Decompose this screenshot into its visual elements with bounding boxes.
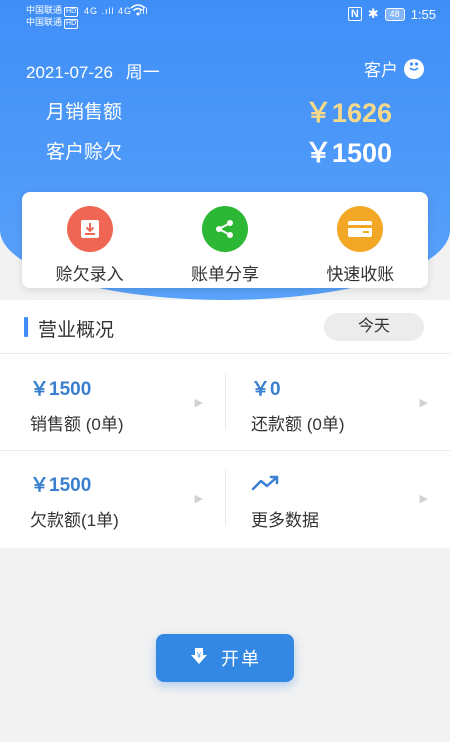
credit-entry-label: 赊欠录入 [55,265,124,284]
open-order-label: 开单 [221,649,261,669]
date-display: 2021-07-26 周一 [26,58,160,83]
customer-debt-value: ￥1500 [304,138,392,168]
debt-amount-label: 欠款额(1单) [30,511,119,530]
chevron-right-icon: ▶ [194,397,203,409]
quick-collect-label: 快速收账 [326,265,395,284]
sales-amount-cell[interactable]: ￥1500 销售额 (0单) ▶ [0,354,225,450]
more-data-cell[interactable]: 更多数据 ▶ [225,450,450,546]
chevron-right-icon: ▶ [419,493,428,505]
trend-up-icon [251,474,281,497]
bottom-tab-bar [0,742,450,750]
carrier-2: 中国联通 [26,17,63,27]
battery-icon: 48 [384,7,405,21]
credit-entry-icon [66,206,113,252]
period-selector[interactable]: 今天 [324,313,424,341]
svg-text:￥: ￥ [196,651,203,659]
open-order-button[interactable]: ￥ 开单 [156,634,294,682]
bluetooth-icon: ✱ [367,6,379,21]
debt-amount-cell[interactable]: ￥1500 欠款额(1单) ▶ [0,450,225,546]
repayment-amount: ￥0 [251,379,281,400]
monthly-sales-value: ￥1626 [304,98,392,128]
credit-entry-button[interactable]: 赊欠录入 [30,206,150,288]
more-data-label: 更多数据 [251,511,319,530]
wifi-icon [130,4,146,19]
date-text: 2021-07-26 [26,63,113,82]
hd-badge: HD [64,19,79,29]
chevron-right-icon: ▶ [419,397,428,409]
status-bar: 中国联通 HD 中国联通 HD 4G .ıll 4G .ıll N ✱ 48 1:5… [0,0,450,30]
weekday-text: 周一 [125,63,160,82]
hd-badge: HD [64,7,79,17]
download-yen-icon: ￥ [189,646,209,671]
repayment-amount-cell[interactable]: ￥0 还款额 (0单) ▶ [225,354,450,450]
overview-header: 营业概况 今天 [0,300,450,354]
repayment-amount-label: 还款额 (0单) [251,415,345,434]
sales-amount-label: 销售额 (0单) [30,415,124,434]
overview-title: 营业概况 [38,320,115,341]
title-accent-bar [24,317,28,337]
nfc-icon: N [347,7,362,21]
monthly-sales-label: 月销售额 [46,102,123,123]
carrier-info: 中国联通 HD 中国联通 HD [26,5,79,29]
business-overview: 营业概况 今天 ￥1500 销售额 (0单) ▶ ￥0 还款额 (0单) ▶ ￥… [0,300,450,548]
clock: 1:55 [410,6,436,22]
debt-amount: ￥1500 [30,475,92,496]
customer-label: 客户 [364,61,398,80]
sales-amount: ￥1500 [30,379,92,400]
customer-button[interactable]: 客户 [364,56,424,81]
customer-debt-label: 客户赊欠 [46,142,123,163]
carrier-1: 中国联通 [26,5,63,15]
quick-actions-card: 赊欠录入 账单分享 快速收账 [22,192,428,288]
quick-collect-button[interactable]: 快速收账 [300,206,420,288]
status-right: N ✱ 48 1:55 [347,6,436,22]
chevron-right-icon: ▶ [194,493,203,505]
bill-share-label: 账单分享 [190,265,259,284]
card-icon [337,206,384,252]
share-icon [201,206,248,252]
customer-icon [404,58,424,79]
bill-share-button[interactable]: 账单分享 [165,206,285,288]
